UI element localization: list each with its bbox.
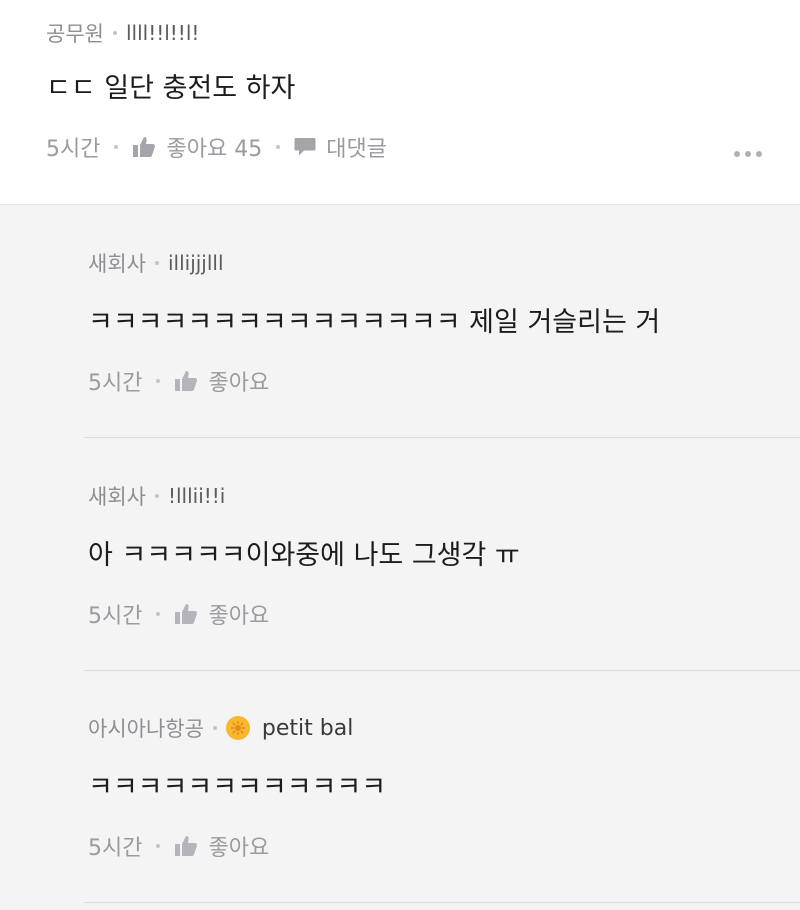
divider xyxy=(84,902,800,903)
timestamp: 5시간 xyxy=(88,371,143,396)
company-label[interactable]: 아시아나항공 xyxy=(88,713,204,743)
thumbs-up-icon xyxy=(174,835,198,857)
like-label: 좋아요 xyxy=(208,371,270,396)
reply-meta: 새회사 illijjjlll xyxy=(88,248,224,278)
like-button[interactable]: 좋아요 45 xyxy=(132,131,262,163)
comment-actions: 5시간 좋아요 45 대댓글 xyxy=(46,131,387,163)
divider xyxy=(84,670,800,671)
timestamp: 5시간 xyxy=(88,836,143,861)
more-dots-icon[interactable] xyxy=(734,151,762,157)
nickname-label[interactable]: !lllii!!i xyxy=(168,484,225,508)
company-label[interactable]: 새회사 xyxy=(88,481,146,511)
main-comment: 공무원 llll!!l!!l! ㄷㄷ 일단 충전도 하자 5시간 좋아요 45 … xyxy=(0,0,800,205)
reply-text: ㅋㅋㅋㅋㅋㅋㅋㅋㅋㅋㅋㅋㅋㅋㅋ 제일 거슬리는 거 xyxy=(88,307,661,338)
reply-text: ㅋㅋㅋㅋㅋㅋㅋㅋㅋㅋㅋㅋ xyxy=(88,772,387,803)
thumbs-up-icon xyxy=(174,370,198,392)
timestamp: 5시간 xyxy=(88,604,143,629)
separator-dot xyxy=(156,612,161,616)
comment-text: ㄷㄷ 일단 충전도 하자 xyxy=(46,73,296,104)
reply-actions: 5시간 좋아요 xyxy=(88,365,269,397)
separator-dot xyxy=(212,726,217,730)
nickname-label[interactable]: illijjjlll xyxy=(168,251,224,275)
reply-label: 대댓글 xyxy=(326,137,387,162)
reply-button[interactable]: 대댓글 xyxy=(294,131,387,163)
separator-dot xyxy=(156,379,161,383)
company-label[interactable]: 새회사 xyxy=(88,248,146,278)
like-button[interactable]: 좋아요 xyxy=(174,830,269,862)
thumbs-up-icon xyxy=(174,603,198,625)
like-button[interactable]: 좋아요 xyxy=(174,365,269,397)
nickname-label[interactable]: petit bal xyxy=(262,716,353,741)
divider xyxy=(84,437,800,438)
separator-dot xyxy=(114,145,119,149)
separator-dot xyxy=(276,145,281,149)
reply-text: 아 ㅋㅋㅋㅋㅋ이와중에 나도 그생각 ㅠ xyxy=(88,540,520,571)
separator-dot xyxy=(112,31,117,35)
reply-actions: 5시간 좋아요 xyxy=(88,598,269,630)
like-label: 좋아요 xyxy=(208,836,270,861)
thumbs-up-icon xyxy=(132,136,156,158)
comment-meta: 공무원 llll!!l!!l! xyxy=(46,18,199,48)
separator-dot xyxy=(156,844,161,848)
like-label: 좋아요 xyxy=(208,604,270,629)
like-button[interactable]: 좋아요 xyxy=(174,598,269,630)
separator-dot xyxy=(154,261,159,265)
speech-bubble-icon xyxy=(294,137,316,157)
timestamp: 5시간 xyxy=(46,137,101,162)
reply-meta: 아시아나항공 petit bal xyxy=(88,713,353,743)
separator-dot xyxy=(154,494,159,498)
nickname-label[interactable]: llll!!l!!l! xyxy=(126,21,199,45)
company-label[interactable]: 공무원 xyxy=(46,18,104,48)
reply-actions: 5시간 좋아요 xyxy=(88,830,269,862)
flower-badge-icon xyxy=(225,716,250,740)
reply-meta: 새회사 !lllii!!i xyxy=(88,481,225,511)
like-label: 좋아요 45 xyxy=(166,137,263,162)
